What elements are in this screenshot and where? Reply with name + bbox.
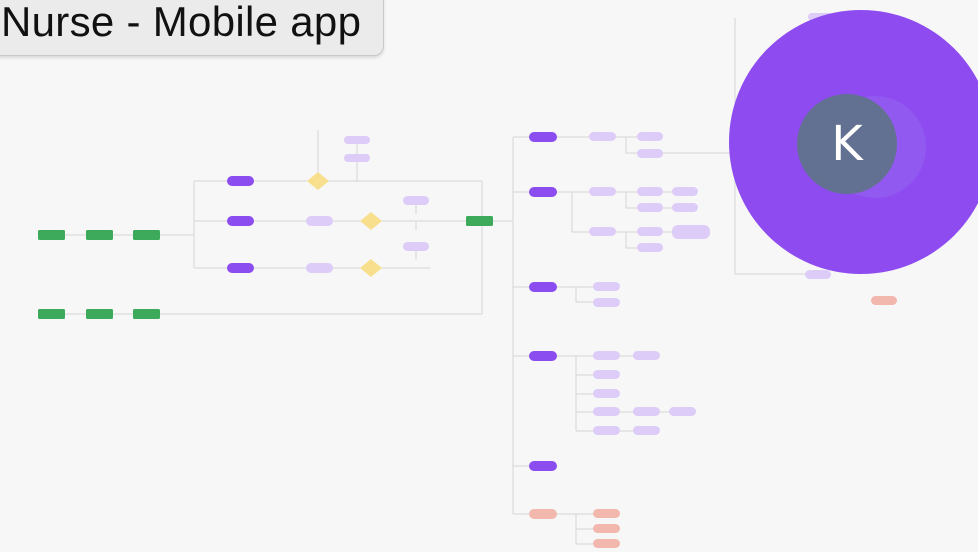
flow-node-subscreen (637, 132, 663, 141)
flow-node-subscreen (637, 203, 663, 212)
flow-node-subscreen (589, 227, 616, 236)
connector-line (557, 286, 593, 303)
flow-node-error (593, 524, 620, 533)
flow-node-subscreen (805, 270, 831, 279)
connector-line (557, 191, 672, 249)
flow-node-subscreen (306, 216, 333, 226)
flow-node-screen (227, 176, 254, 186)
connector-line (254, 247, 430, 269)
flow-node-subscreen (633, 351, 660, 360)
flow-node-error (871, 296, 897, 305)
flow-node-decision (360, 259, 382, 277)
flow-node-subscreen (637, 187, 663, 196)
flow-node-subscreen (637, 243, 663, 252)
flow-node-decision (360, 212, 382, 230)
flow-node-subscreen (672, 203, 698, 212)
connector-line (430, 181, 513, 314)
flow-node-subscreen (633, 407, 660, 416)
flow-node-subscreen (593, 351, 620, 360)
flow-node-start (38, 309, 65, 319)
flow-node-subscreen (403, 242, 429, 251)
connector-line (193, 180, 227, 269)
flow-node-screen (529, 282, 557, 292)
flow-node-screen (529, 351, 557, 361)
flow-node-subscreen (672, 225, 710, 239)
flow-node-subscreen (593, 407, 620, 416)
flow-node-screen (529, 461, 557, 471)
flow-node-subscreen (593, 370, 620, 379)
flow-node-subscreen (633, 426, 660, 435)
flow-node-subscreen (589, 132, 616, 141)
flow-node-start (86, 309, 113, 319)
flow-node-screen (529, 132, 557, 142)
connector-lines (65, 18, 810, 545)
user-avatar[interactable]: K (797, 94, 897, 194)
flow-node-subscreen (593, 298, 620, 307)
screen-nodes (227, 132, 557, 471)
flow-node-subscreen (344, 136, 370, 144)
flow-node-screen (529, 187, 557, 197)
connector-line (512, 136, 529, 515)
flow-node-subscreen (637, 149, 663, 158)
flow-node-decision (307, 172, 329, 190)
flow-node-subscreen (306, 263, 333, 273)
error-nodes (529, 296, 897, 548)
connector-line (557, 513, 593, 545)
flow-node-error (529, 509, 557, 519)
flow-node-subscreen (593, 426, 620, 435)
connector-line (254, 201, 430, 230)
flow-node-subscreen (344, 154, 370, 162)
flow-node-subscreen (593, 282, 620, 291)
flow-node-start (86, 230, 113, 240)
flow-node-subscreen (593, 389, 620, 398)
flow-node-subscreen (589, 187, 616, 196)
flow-node-screen (227, 216, 254, 226)
flow-node-subscreen (669, 407, 696, 416)
flow-node-subscreen (403, 196, 429, 205)
flow-node-subscreen (672, 187, 698, 196)
flow-node-error (593, 509, 620, 518)
flow-node-start (133, 230, 160, 240)
flow-node-screen (227, 263, 254, 273)
flow-node-subscreen (637, 227, 663, 236)
flow-node-start (133, 309, 160, 319)
flow-node-error (593, 539, 620, 548)
flow-node-start (466, 216, 493, 226)
flow-node-start (38, 230, 65, 240)
